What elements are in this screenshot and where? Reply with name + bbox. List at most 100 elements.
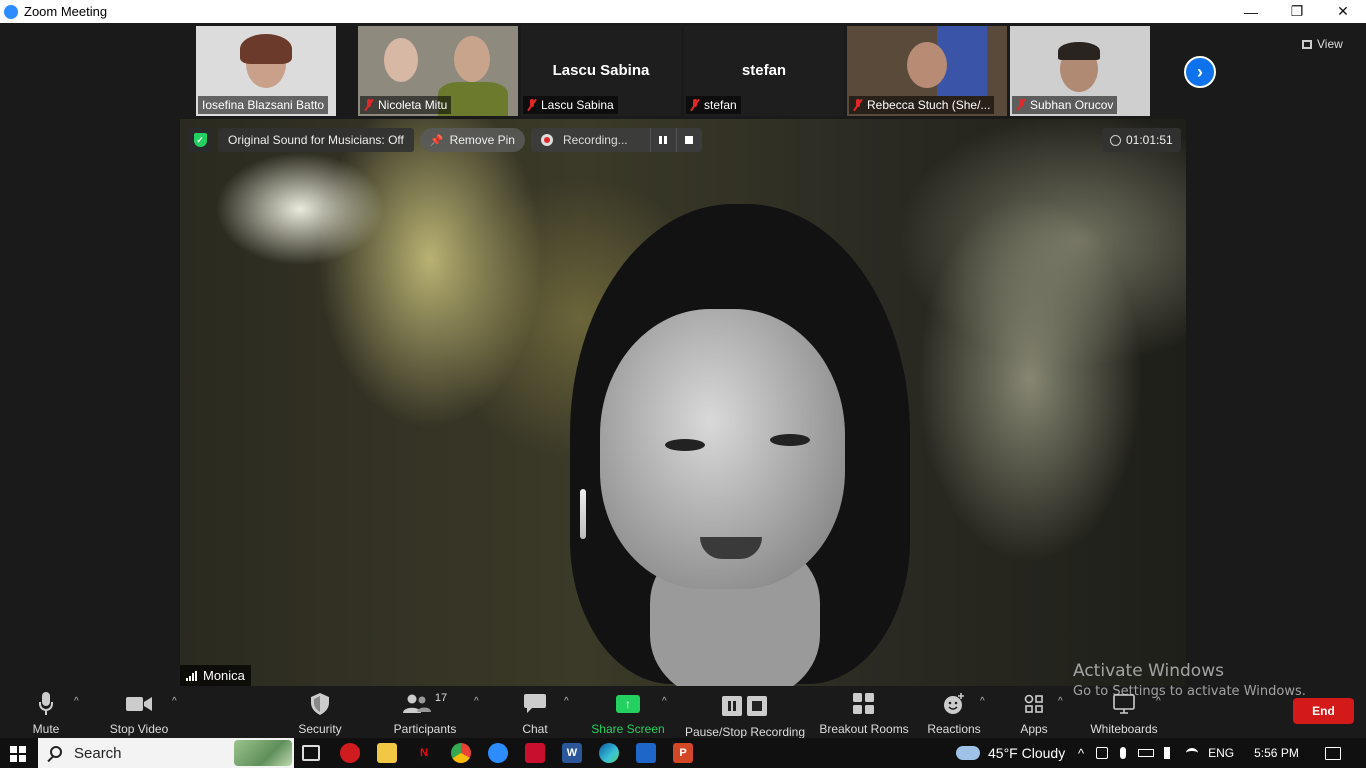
chrome-icon[interactable] xyxy=(451,743,471,763)
search-highlight-image xyxy=(234,740,292,766)
participant-tile[interactable]: Lascu Sabina Lascu Sabina xyxy=(521,26,681,116)
zoom-taskbar-icon[interactable] xyxy=(488,743,508,763)
windows-taskbar: Search N W P 45°F Cloudy ^ ENG 5:56 PM xyxy=(0,738,1366,768)
participant-name: Nicoleta Mitu xyxy=(378,98,448,112)
audio-options-caret[interactable]: ^ xyxy=(74,696,79,707)
cloud-icon xyxy=(956,746,980,760)
netflix-icon[interactable]: N xyxy=(414,743,434,763)
view-button[interactable]: View xyxy=(1302,33,1358,55)
participant-display-name: Lascu Sabina xyxy=(552,62,650,79)
stop-recording-button[interactable] xyxy=(675,128,702,152)
speaker-name: Monica xyxy=(203,668,245,683)
speaker-earring xyxy=(580,489,586,539)
tray-overflow-caret[interactable]: ^ xyxy=(1078,746,1084,761)
smiley-icon xyxy=(943,691,965,717)
close-button[interactable]: ✕ xyxy=(1320,0,1366,23)
participant-name-label: stefan xyxy=(686,96,741,114)
acrobat-icon[interactable] xyxy=(525,743,545,763)
video-options-caret[interactable]: ^ xyxy=(172,696,177,707)
taskbar-clock[interactable]: 5:56 PM xyxy=(1254,746,1299,760)
breakout-rooms-button[interactable]: Breakout Rooms xyxy=(818,690,910,736)
zoom-logo-icon xyxy=(4,4,18,19)
mic-muted-icon xyxy=(527,99,537,111)
webex-icon[interactable] xyxy=(636,743,656,763)
window-controls: — ❐ ✕ xyxy=(1228,0,1366,23)
taskbar-search[interactable]: Search xyxy=(38,738,294,768)
chat-button[interactable]: Chat xyxy=(516,690,554,736)
next-page-button[interactable]: › xyxy=(1184,56,1216,88)
remove-pin-button[interactable]: 📌 Remove Pin xyxy=(419,128,525,152)
volume-icon[interactable] xyxy=(1164,747,1176,759)
language-indicator[interactable]: ENG xyxy=(1208,746,1234,760)
participants-options-caret[interactable]: ^ xyxy=(474,696,479,707)
recording-dot-icon xyxy=(540,134,553,146)
view-button-label: View xyxy=(1317,37,1343,51)
shield-icon xyxy=(311,691,329,717)
reactions-button[interactable]: Reactions xyxy=(926,690,982,736)
pause-stop-recording-label: Pause/Stop Recording xyxy=(684,725,806,739)
apps-button[interactable]: Apps xyxy=(1016,690,1052,736)
participant-tile[interactable]: Iosefina Blazsani Batto xyxy=(196,26,336,116)
apps-label: Apps xyxy=(1020,722,1048,736)
watermark-line2: Go to Settings to activate Windows. xyxy=(1073,684,1306,699)
participant-strip: Iosefina Blazsani Batto Nicoleta Mitu La… xyxy=(0,23,1366,119)
mute-button[interactable]: Mute xyxy=(26,690,66,736)
pause-stop-recording-button[interactable]: Pause/Stop Recording xyxy=(684,690,806,739)
remove-pin-label: Remove Pin xyxy=(449,133,515,147)
pause-recording-button[interactable] xyxy=(649,128,676,152)
original-sound-button[interactable]: Original Sound for Musicians: Off xyxy=(218,128,414,152)
encryption-shield-button[interactable]: ✓ xyxy=(188,128,212,152)
participants-label: Participants xyxy=(393,722,457,736)
windows-start-icon[interactable] xyxy=(10,746,26,762)
restore-button[interactable]: ❐ xyxy=(1274,0,1320,23)
reactions-options-caret[interactable]: ^ xyxy=(980,696,985,707)
meeting-timer: 01:01:51 xyxy=(1102,128,1181,152)
participant-name: Iosefina Blazsani Batto xyxy=(202,98,325,112)
apps-options-caret[interactable]: ^ xyxy=(1058,696,1063,707)
opera-icon[interactable] xyxy=(340,743,360,763)
mute-label: Mute xyxy=(32,722,60,736)
participant-tile[interactable]: Subhan Orucov xyxy=(1010,26,1150,116)
participants-button[interactable]: 17 Participants xyxy=(390,690,460,736)
meet-now-icon[interactable] xyxy=(1096,747,1109,759)
end-meeting-button[interactable]: End xyxy=(1293,698,1354,724)
task-view-icon[interactable] xyxy=(302,745,320,761)
participant-tile[interactable]: Rebecca Stuch (She/... xyxy=(847,26,1007,116)
participant-hair xyxy=(240,34,292,64)
meeting-overlay-controls: ✓ Original Sound for Musicians: Off 📌 Re… xyxy=(188,128,702,152)
chat-options-caret[interactable]: ^ xyxy=(564,696,569,707)
system-tray: ^ ENG 5:56 PM xyxy=(1078,738,1341,768)
notifications-icon[interactable] xyxy=(1324,746,1341,760)
participant-name-label: Rebecca Stuch (She/... xyxy=(849,96,995,114)
participant-tile[interactable]: stefan stefan xyxy=(684,26,844,116)
battery-icon[interactable] xyxy=(1138,749,1155,757)
weather-widget[interactable]: 45°F Cloudy xyxy=(956,738,1065,768)
participant-name: Rebecca Stuch (She/... xyxy=(867,98,991,112)
chat-label: Chat xyxy=(522,722,548,736)
main-speaker-video[interactable] xyxy=(180,119,1186,686)
participant-tile[interactable]: Nicoleta Mitu xyxy=(358,26,518,116)
share-screen-icon: ↑ xyxy=(616,691,640,717)
participant-name: stefan xyxy=(704,98,737,112)
share-options-caret[interactable]: ^ xyxy=(662,696,667,707)
participant-video xyxy=(907,42,947,88)
participants-count: 17 xyxy=(434,692,448,704)
powerpoint-icon[interactable]: P xyxy=(673,743,693,763)
breakout-rooms-icon xyxy=(853,691,875,717)
zoom-meeting-window: Zoom Meeting — ❐ ✕ Iosefina Blazsani Bat… xyxy=(0,0,1366,768)
stop-icon xyxy=(685,136,694,144)
weather-text: 45°F Cloudy xyxy=(988,745,1066,761)
search-icon xyxy=(50,746,62,758)
microphone-tray-icon[interactable] xyxy=(1120,747,1127,759)
minimize-button[interactable]: — xyxy=(1228,0,1274,23)
security-button[interactable]: Security xyxy=(294,690,346,736)
word-icon[interactable]: W xyxy=(562,743,582,763)
file-explorer-icon[interactable] xyxy=(377,743,397,763)
edge-icon[interactable] xyxy=(599,743,619,763)
watermark-line1: Activate Windows xyxy=(1073,661,1224,681)
chevron-right-icon: › xyxy=(1197,61,1203,82)
wifi-icon[interactable] xyxy=(1186,748,1199,758)
share-screen-button[interactable]: ↑ Share Screen xyxy=(590,690,666,736)
signal-strength-icon xyxy=(186,670,197,681)
stop-video-button[interactable]: Stop Video xyxy=(104,690,174,736)
